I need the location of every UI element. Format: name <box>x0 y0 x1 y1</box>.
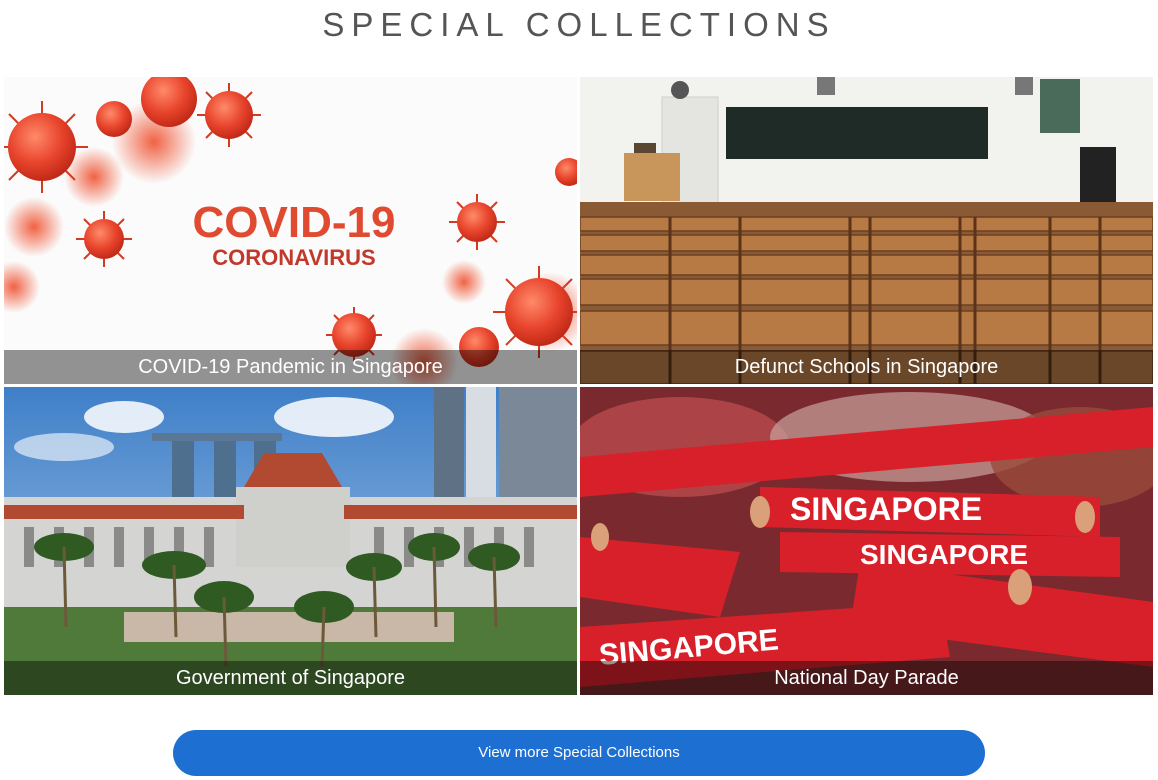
collection-tile-covid[interactable]: COVID-19 CORONAVIRUS COVID-19 Pandemic i… <box>4 77 577 384</box>
collection-tile-government[interactable]: Government of Singapore <box>4 387 577 695</box>
tile-caption: Government of Singapore <box>4 661 577 695</box>
view-more-special-collections-button[interactable]: View more Special Collections <box>173 730 985 776</box>
ndp-image: SINGAPORE SINGAPORE SINGAPORE <box>580 387 1153 695</box>
covid-image-subtitle: CORONAVIRUS <box>212 245 375 270</box>
covid-image-title: COVID-19 <box>193 198 396 247</box>
classroom-image <box>580 77 1153 384</box>
tile-caption: Defunct Schools in Singapore <box>580 350 1153 384</box>
collection-tile-defunct-schools[interactable]: Defunct Schools in Singapore <box>580 77 1153 384</box>
parliament-image <box>4 387 577 695</box>
covid-image: COVID-19 CORONAVIRUS <box>4 77 577 384</box>
tile-caption: National Day Parade <box>580 661 1153 695</box>
scarf-text-2: SINGAPORE <box>860 539 1028 570</box>
section-title: SPECIAL COLLECTIONS <box>322 6 836 43</box>
tile-caption: COVID-19 Pandemic in Singapore <box>4 350 577 384</box>
collection-tile-national-day-parade[interactable]: SINGAPORE SINGAPORE SINGAPORE National D… <box>580 387 1153 695</box>
scarf-text-1: SINGAPORE <box>790 491 982 527</box>
special-collections-page: SPECIAL COLLECTIONS COVID-19 CORONAVIRUS… <box>0 0 1158 780</box>
